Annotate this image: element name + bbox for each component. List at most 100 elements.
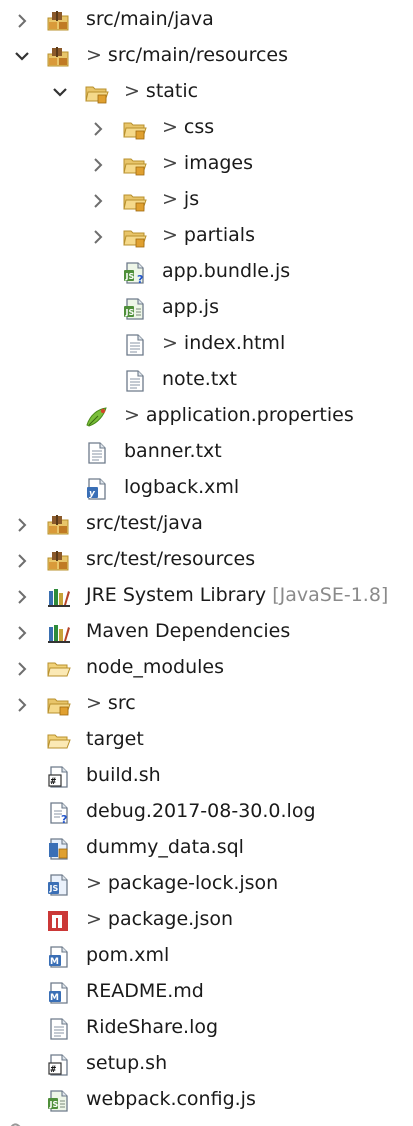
tree-row-name: Maven Dependencies xyxy=(86,620,291,642)
tree-row[interactable]: dummy_data.sql xyxy=(0,832,413,866)
markdown-file-icon: M xyxy=(46,981,72,1005)
chevron-right-icon[interactable] xyxy=(14,552,30,570)
chevron-right-icon[interactable] xyxy=(14,660,30,678)
tree-row-label: > index.html xyxy=(162,331,285,355)
tree-row[interactable]: src/test/java xyxy=(0,508,413,542)
dirty-marker: > xyxy=(162,332,178,354)
tree-row-label: node_modules xyxy=(86,655,224,679)
tree-row-name: app.bundle.js xyxy=(162,260,291,282)
tree-row-name: dummy_data.sql xyxy=(86,836,244,858)
text-file-icon xyxy=(122,333,148,357)
tree-row-label: > css xyxy=(162,115,214,139)
chevron-right-icon[interactable] xyxy=(14,624,30,642)
folder-icon xyxy=(122,153,148,177)
tree-row[interactable]: src/test/resources xyxy=(0,544,413,578)
tree-row[interactable]: src/main/java xyxy=(0,4,413,38)
tree-row[interactable]: JS app.js xyxy=(0,292,413,326)
tree-row[interactable]: ? debug.2017-08-30.0.log xyxy=(0,796,413,830)
dirty-marker: > xyxy=(86,872,102,894)
text-file-icon xyxy=(84,441,110,465)
dirty-marker: > xyxy=(124,80,140,102)
tree-row-name: src/test/resources xyxy=(86,548,256,570)
svg-text:M: M xyxy=(50,957,59,967)
tree-row[interactable]: y logback.xml xyxy=(0,472,413,506)
tree-row[interactable]: JS > package-lock.json xyxy=(0,868,413,902)
tree-row-name: README.md xyxy=(86,980,204,1002)
json-file-icon: JS xyxy=(46,873,72,897)
tree-row-label: webpack.config.js xyxy=(86,1087,256,1111)
tree-row-label: RideShare.log xyxy=(86,1015,218,1039)
tree-row[interactable]: > images xyxy=(0,148,413,182)
tree-row-name: js xyxy=(183,188,200,210)
properties-file-icon xyxy=(84,405,110,429)
tree-row-name: app.js xyxy=(162,296,219,318)
chevron-down-icon[interactable] xyxy=(52,84,68,102)
package-folder-icon xyxy=(46,513,72,537)
tree-row-name: banner.txt xyxy=(124,440,222,462)
tree-row[interactable]: # setup.sh xyxy=(0,1048,413,1082)
tree-row-label: > partials xyxy=(162,223,255,247)
js-file-unknown-icon: JS? xyxy=(122,261,148,286)
open-folder-icon xyxy=(46,729,72,753)
tree-row-name: index.html xyxy=(183,332,286,354)
tree-row[interactable]: > application.properties xyxy=(0,400,413,434)
tree-row-label: dummy_data.sql xyxy=(86,835,244,859)
tree-row-name: src/main/resources xyxy=(107,44,289,66)
tree-row-name: debug.2017-08-30.0.log xyxy=(86,800,316,822)
tree-row[interactable]: > index.html xyxy=(0,328,413,362)
tree-row[interactable]: M README.md xyxy=(0,976,413,1010)
tree-row[interactable]: > src/main/resources xyxy=(0,40,413,74)
tree-row[interactable]: target xyxy=(0,724,413,758)
tree-row-label: src/test/resources xyxy=(86,547,255,571)
tree-row-name: application.properties xyxy=(145,404,354,426)
svg-text:#: # xyxy=(51,1065,57,1075)
tree-row[interactable]: > css xyxy=(0,112,413,146)
tree-row[interactable]: > src xyxy=(0,688,413,722)
chevron-right-icon[interactable] xyxy=(90,192,106,210)
tree-row-name: partials xyxy=(183,224,255,246)
svg-text:JS: JS xyxy=(125,308,135,317)
tree-row[interactable]: JS? app.bundle.js xyxy=(0,256,413,290)
folder-icon xyxy=(84,81,110,105)
shell-script-icon: # xyxy=(46,1053,72,1077)
tree-row-name: RideShare.log xyxy=(86,1016,219,1038)
partial-icon xyxy=(10,1123,21,1126)
dirty-marker: > xyxy=(162,116,178,138)
tree-row-label: > src xyxy=(86,691,136,715)
chevron-right-icon[interactable] xyxy=(14,588,30,606)
tree-row[interactable]: banner.txt xyxy=(0,436,413,470)
chevron-right-icon[interactable] xyxy=(90,120,106,138)
tree-row[interactable]: RideShare.log xyxy=(0,1012,413,1046)
svg-text:JS: JS xyxy=(49,884,59,893)
tree-row-label: > application.properties xyxy=(124,403,354,427)
tree-row-label: app.bundle.js xyxy=(162,259,290,283)
svg-text:JS: JS xyxy=(125,272,135,281)
chevron-down-icon[interactable] xyxy=(14,48,30,66)
tree-row[interactable]: node_modules xyxy=(0,652,413,686)
chevron-right-icon[interactable] xyxy=(90,228,106,246)
svg-text:?: ? xyxy=(137,273,143,285)
tree-row[interactable]: Mpom.xml xyxy=(0,940,413,974)
tree-row-name: src/main/java xyxy=(86,8,214,30)
tree-row-label: src/main/java xyxy=(86,7,214,31)
package-folder-icon xyxy=(46,45,72,69)
chevron-right-icon[interactable] xyxy=(90,156,106,174)
chevron-right-icon[interactable] xyxy=(14,12,30,30)
dirty-marker: > xyxy=(162,224,178,246)
tree-row-name: src xyxy=(107,692,136,714)
open-folder-icon xyxy=(46,657,72,681)
tree-row[interactable]: > partials xyxy=(0,220,413,254)
tree-row-label: build.sh xyxy=(86,763,161,787)
tree-row[interactable]: > package.json xyxy=(0,904,413,938)
tree-row[interactable]: > static xyxy=(0,76,413,110)
folder-icon xyxy=(46,693,72,717)
tree-row[interactable]: note.txt xyxy=(0,364,413,398)
chevron-right-icon[interactable] xyxy=(14,696,30,714)
tree-row[interactable]: # build.sh xyxy=(0,760,413,794)
tree-row-name: logback.xml xyxy=(124,476,240,498)
tree-row[interactable]: > js xyxy=(0,184,413,218)
tree-row-label: banner.txt xyxy=(124,439,222,463)
tree-row[interactable]: Maven Dependencies xyxy=(0,616,413,650)
chevron-right-icon[interactable] xyxy=(14,516,30,534)
tree-row[interactable]: JRE System Library [JavaSE-1.8] xyxy=(0,580,413,614)
